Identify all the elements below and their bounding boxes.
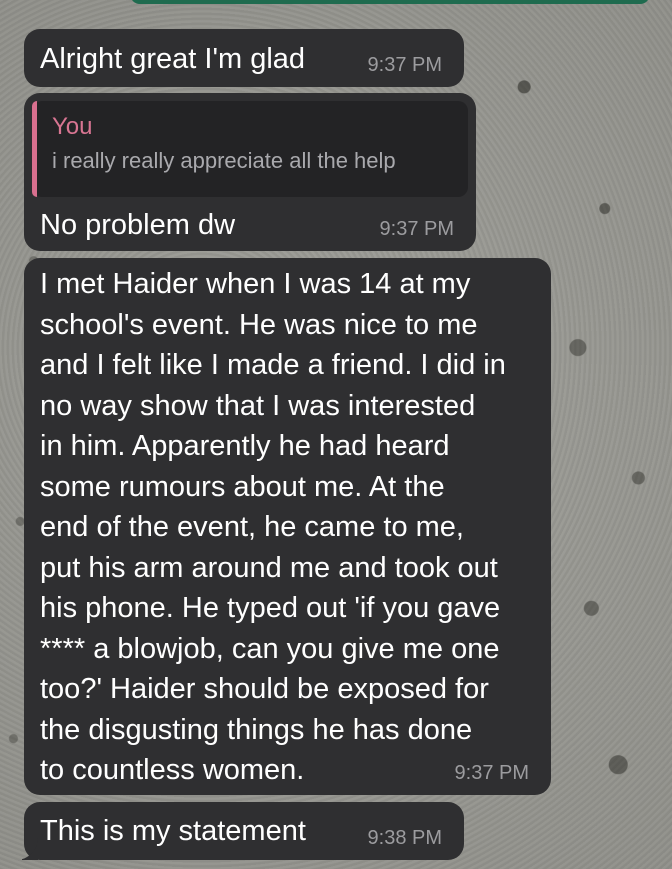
quoted-author: You bbox=[52, 113, 93, 140]
reply-message-bubble[interactable]: You i really really appreciate all the h… bbox=[24, 93, 476, 251]
message-timestamp: 9:38 PM bbox=[367, 827, 442, 849]
quoted-message[interactable]: You i really really appreciate all the h… bbox=[32, 101, 468, 197]
message-timestamp: 9:37 PM bbox=[367, 54, 442, 76]
message-text: I met Haider when I was 14 at my school'… bbox=[40, 268, 506, 786]
message-bubble[interactable]: This is my statement 9:38 PM bbox=[24, 802, 464, 860]
message-bubble[interactable]: Alright great I'm glad 9:37 PM bbox=[24, 29, 464, 87]
quoted-text: i really really appreciate all the help bbox=[52, 148, 396, 173]
previous-message-edge bbox=[130, 0, 650, 4]
message-timestamp: 9:37 PM bbox=[379, 218, 454, 240]
message-bubble[interactable]: I met Haider when I was 14 at my school'… bbox=[24, 258, 551, 795]
bubble-tail bbox=[14, 838, 38, 860]
message-timestamp: 9:37 PM bbox=[454, 762, 529, 784]
